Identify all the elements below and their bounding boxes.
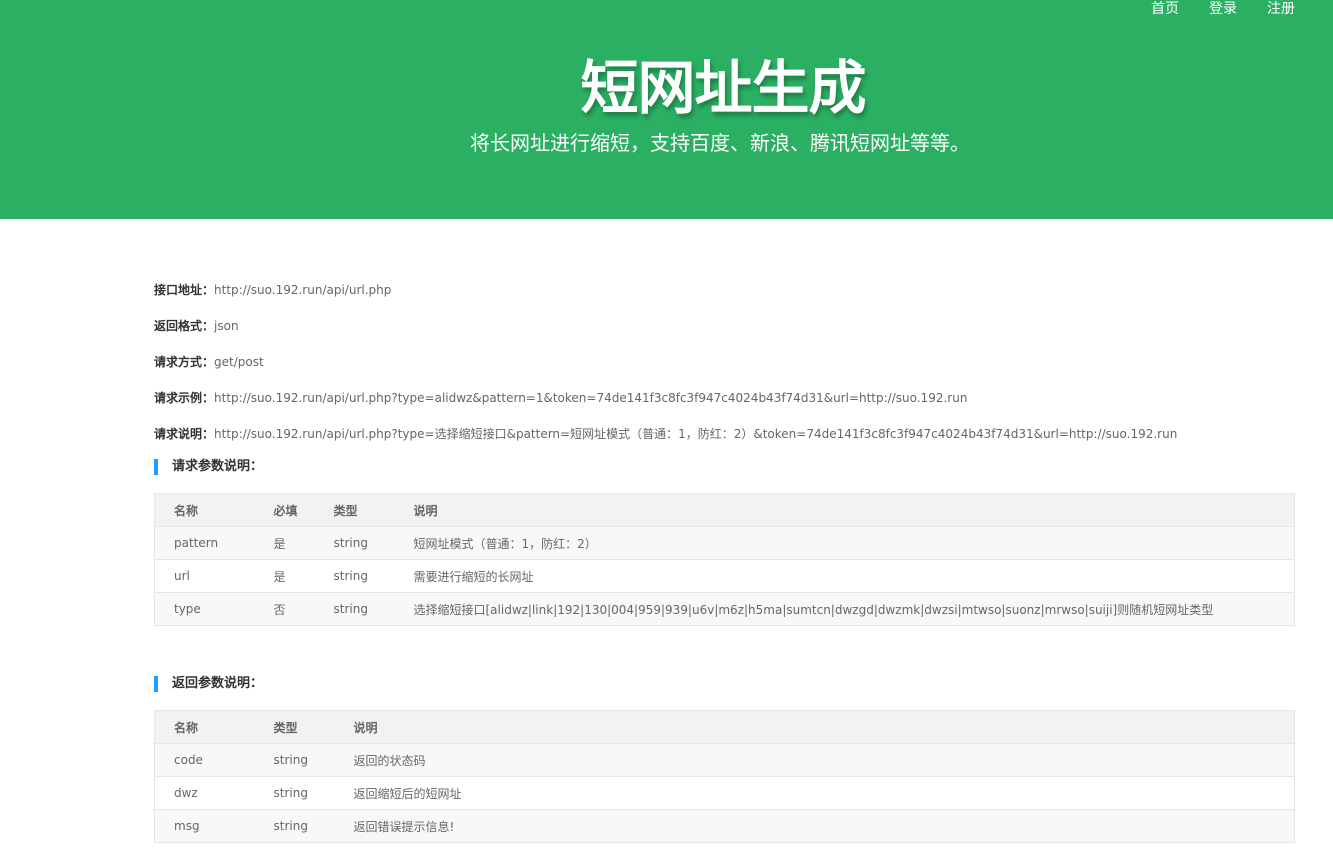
info-label: 请求说明：	[154, 427, 215, 441]
table-row: type 否 string 选择缩短接口[alidwz|link|192|130…	[154, 592, 1295, 626]
table-cell: string	[254, 743, 335, 777]
table-cell: code	[154, 743, 255, 777]
page-title: 短网址生成	[580, 54, 866, 122]
column-header: 名称	[154, 493, 255, 527]
table-cell: string	[254, 809, 335, 843]
api-info-url: 接口地址：http://suo.192.run/api/url.php	[154, 280, 391, 300]
table-header-row: 名称 必填 类型 说明	[154, 493, 1295, 527]
table-cell: string	[314, 592, 395, 626]
table-cell: 否	[254, 592, 315, 626]
request-params-heading: 请求参数说明：	[154, 459, 263, 475]
table-cell: string	[254, 776, 335, 810]
info-value: json	[214, 319, 239, 333]
table-cell: 短网址模式（普通：1，防红：2）	[394, 526, 1295, 560]
info-value: http://suo.192.run/api/url.php	[214, 283, 392, 297]
info-label: 返回格式：	[154, 319, 215, 333]
table-cell: pattern	[154, 526, 255, 560]
table-cell: 是	[254, 526, 315, 560]
api-info-format: 返回格式：json	[154, 316, 239, 336]
table-cell: url	[154, 559, 255, 593]
table-cell: string	[314, 526, 395, 560]
hero-banner: 首页 登录 注册 短网址生成 将长网址进行缩短，支持百度、新浪、腾讯短网址等等。	[0, 0, 1333, 219]
table-row: dwz string 返回缩短后的短网址	[154, 776, 1295, 810]
page-subtitle: 将长网址进行缩短，支持百度、新浪、腾讯短网址等等。	[470, 131, 970, 155]
table-cell: dwz	[154, 776, 255, 810]
table-cell: string	[314, 559, 395, 593]
info-value: http://suo.192.run/api/url.php?type=alid…	[214, 391, 968, 405]
table-row: url 是 string 需要进行缩短的长网址	[154, 559, 1295, 593]
info-value: http://suo.192.run/api/url.php?type=选择缩短…	[214, 427, 1178, 441]
nav-register-link[interactable]: 注册	[1267, 0, 1295, 18]
table-row: code string 返回的状态码	[154, 743, 1295, 777]
response-params-table: 名称 类型 说明 code string 返回的状态码 dwz string 返…	[154, 710, 1295, 843]
nav-login-link[interactable]: 登录	[1209, 0, 1237, 18]
info-label: 请求方式：	[154, 355, 215, 369]
column-header: 必填	[254, 493, 315, 527]
column-header: 说明	[394, 493, 1295, 527]
table-cell: msg	[154, 809, 255, 843]
table-cell: 返回的状态码	[334, 743, 1295, 777]
table-cell: 返回缩短后的短网址	[334, 776, 1295, 810]
info-value: get/post	[214, 355, 264, 369]
table-row: pattern 是 string 短网址模式（普通：1，防红：2）	[154, 526, 1295, 560]
response-params-heading: 返回参数说明：	[154, 676, 263, 692]
table-cell: type	[154, 592, 255, 626]
table-cell: 返回错误提示信息!	[334, 809, 1295, 843]
column-header: 类型	[314, 493, 395, 527]
table-header-row: 名称 类型 说明	[154, 710, 1295, 744]
table-cell: 选择缩短接口[alidwz|link|192|130|004|959|939|u…	[394, 592, 1295, 626]
nav-home-link[interactable]: 首页	[1151, 0, 1179, 18]
api-info-description: 请求说明：http://suo.192.run/api/url.php?type…	[154, 424, 1177, 444]
column-header: 类型	[254, 710, 335, 744]
request-params-table: 名称 必填 类型 说明 pattern 是 string 短网址模式（普通：1，…	[154, 493, 1295, 626]
api-info-example: 请求示例：http://suo.192.run/api/url.php?type…	[154, 388, 967, 408]
column-header: 说明	[334, 710, 1295, 744]
info-label: 接口地址：	[154, 283, 215, 297]
info-label: 请求示例：	[154, 391, 215, 405]
table-cell: 需要进行缩短的长网址	[394, 559, 1295, 593]
top-nav: 首页 登录 注册	[1151, 0, 1295, 20]
api-info-method: 请求方式：get/post	[154, 352, 264, 372]
column-header: 名称	[154, 710, 255, 744]
table-row: msg string 返回错误提示信息!	[154, 809, 1295, 843]
table-cell: 是	[254, 559, 315, 593]
